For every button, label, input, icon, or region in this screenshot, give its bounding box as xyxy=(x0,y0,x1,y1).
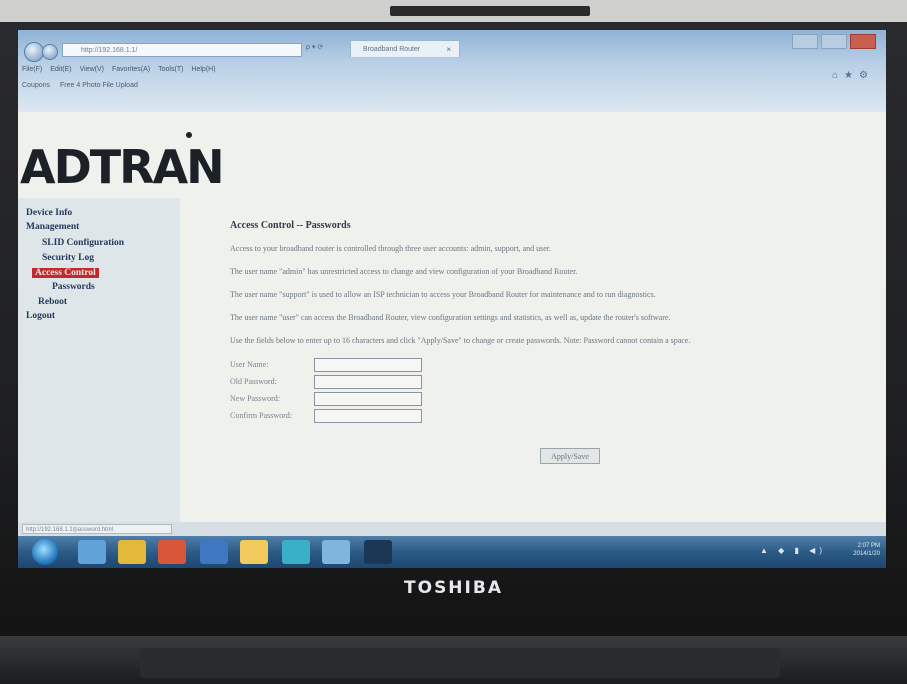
status-url: http://192.168.1.1/password.html xyxy=(22,524,172,534)
address-controls[interactable]: ρ ▾ ⟳ xyxy=(306,43,323,51)
system-tray-icons[interactable]: ▲ ◆ ▮ ◀) xyxy=(760,546,826,555)
new-password-input[interactable] xyxy=(314,392,422,406)
laptop-screen: http://192.168.1.1/ ρ ▾ ⟳ Broadband Rout… xyxy=(18,30,886,568)
tab-title: Broadband Router xyxy=(363,46,421,53)
sidebar-item-access-control[interactable]: Access Control xyxy=(32,268,99,278)
media-icon[interactable] xyxy=(364,540,392,564)
forward-button[interactable] xyxy=(42,44,58,60)
sidebar-item-security-log[interactable]: Security Log xyxy=(42,253,94,263)
clock[interactable]: 2:07 PM 2014/1/20 xyxy=(853,542,880,558)
address-bar[interactable]: http://192.168.1.1/ xyxy=(62,43,302,57)
tab-close-icon[interactable]: × xyxy=(446,41,451,58)
back-button[interactable] xyxy=(24,42,44,62)
menu-help[interactable]: Help(H) xyxy=(191,66,215,73)
instructions-paragraph: Use the fields below to enter up to 16 c… xyxy=(230,336,691,345)
favorite-photo-upload[interactable]: Free 4 Photo File Upload xyxy=(60,82,138,89)
favorites-bar: Coupons Free 4 Photo File Upload xyxy=(22,82,138,89)
menu-bar: File(F) Edit(E) View(V) Favorites(A) Too… xyxy=(22,66,216,73)
confirm-password-label: Confirm Password: xyxy=(230,411,292,420)
chrome-icon[interactable] xyxy=(158,540,186,564)
sidebar-item-passwords[interactable]: Passwords xyxy=(52,282,95,292)
favorite-coupons[interactable]: Coupons xyxy=(22,82,50,89)
browser-window-icon[interactable] xyxy=(322,540,350,564)
adtran-logo: ADTRAN xyxy=(20,140,225,194)
logo-mark xyxy=(186,132,192,138)
folder-icon[interactable] xyxy=(240,540,268,564)
camera-strip xyxy=(390,6,590,16)
page-title: Access Control -- Passwords xyxy=(230,220,351,231)
sidebar-item-device-info[interactable]: Device Info xyxy=(26,208,72,218)
keyboard-hinge xyxy=(140,648,780,678)
menu-view[interactable]: View(V) xyxy=(80,66,104,73)
old-password-label: Old Password: xyxy=(230,377,277,386)
minimize-button[interactable] xyxy=(792,34,818,49)
start-button[interactable] xyxy=(32,539,58,565)
ie-icon[interactable] xyxy=(78,540,106,564)
tab-broadband-router[interactable]: Broadband Router × xyxy=(350,40,460,57)
menu-edit[interactable]: Edit(E) xyxy=(50,66,71,73)
sidebar-item-logout[interactable]: Logout xyxy=(26,311,55,321)
browser-chrome: http://192.168.1.1/ ρ ▾ ⟳ Broadband Rout… xyxy=(18,30,886,112)
sidebar-item-slid-configuration[interactable]: SLID Configuration xyxy=(42,238,124,248)
taskbar: ▲ ◆ ▮ ◀) 2:07 PM 2014/1/20 xyxy=(18,536,886,568)
old-password-input[interactable] xyxy=(314,375,422,389)
user-name-label: User Name: xyxy=(230,360,269,369)
new-password-label: New Password: xyxy=(230,394,280,403)
intro-paragraph: Access to your broadband router is contr… xyxy=(230,244,552,253)
menu-favorites[interactable]: Favorites(A) xyxy=(112,66,150,73)
user-name-input[interactable] xyxy=(314,358,422,372)
maximize-button[interactable] xyxy=(821,34,847,49)
word-icon[interactable] xyxy=(200,540,228,564)
clock-time: 2:07 PM xyxy=(857,543,880,549)
confirm-password-input[interactable] xyxy=(314,409,422,423)
window-controls xyxy=(792,34,876,49)
support-paragraph: The user name "support" is used to allow… xyxy=(230,290,656,299)
clock-date: 2014/1/20 xyxy=(853,551,880,557)
sidebar-item-management[interactable]: Management xyxy=(26,222,79,232)
sidebar-item-reboot[interactable]: Reboot xyxy=(38,297,67,307)
router-page: ADTRAN Device Info Management SLID Confi… xyxy=(18,112,886,522)
close-button[interactable] xyxy=(850,34,876,49)
menu-tools[interactable]: Tools(T) xyxy=(158,66,183,73)
home-star-gear-icons[interactable]: ⌂★⚙ xyxy=(832,70,874,81)
menu-file[interactable]: File(F) xyxy=(22,66,42,73)
toshiba-logo: TOSHIBA xyxy=(404,578,503,598)
explorer-icon[interactable] xyxy=(118,540,146,564)
user-paragraph: The user name "user" can access the Broa… xyxy=(230,313,671,322)
admin-paragraph: The user name "admin" has unrestricted a… xyxy=(230,267,578,276)
app-icon[interactable] xyxy=(282,540,310,564)
status-bar: http://192.168.1.1/password.html xyxy=(18,522,886,536)
sidebar: Device Info Management SLID Configuratio… xyxy=(18,198,180,522)
apply-save-button[interactable]: Apply/Save xyxy=(540,448,600,464)
